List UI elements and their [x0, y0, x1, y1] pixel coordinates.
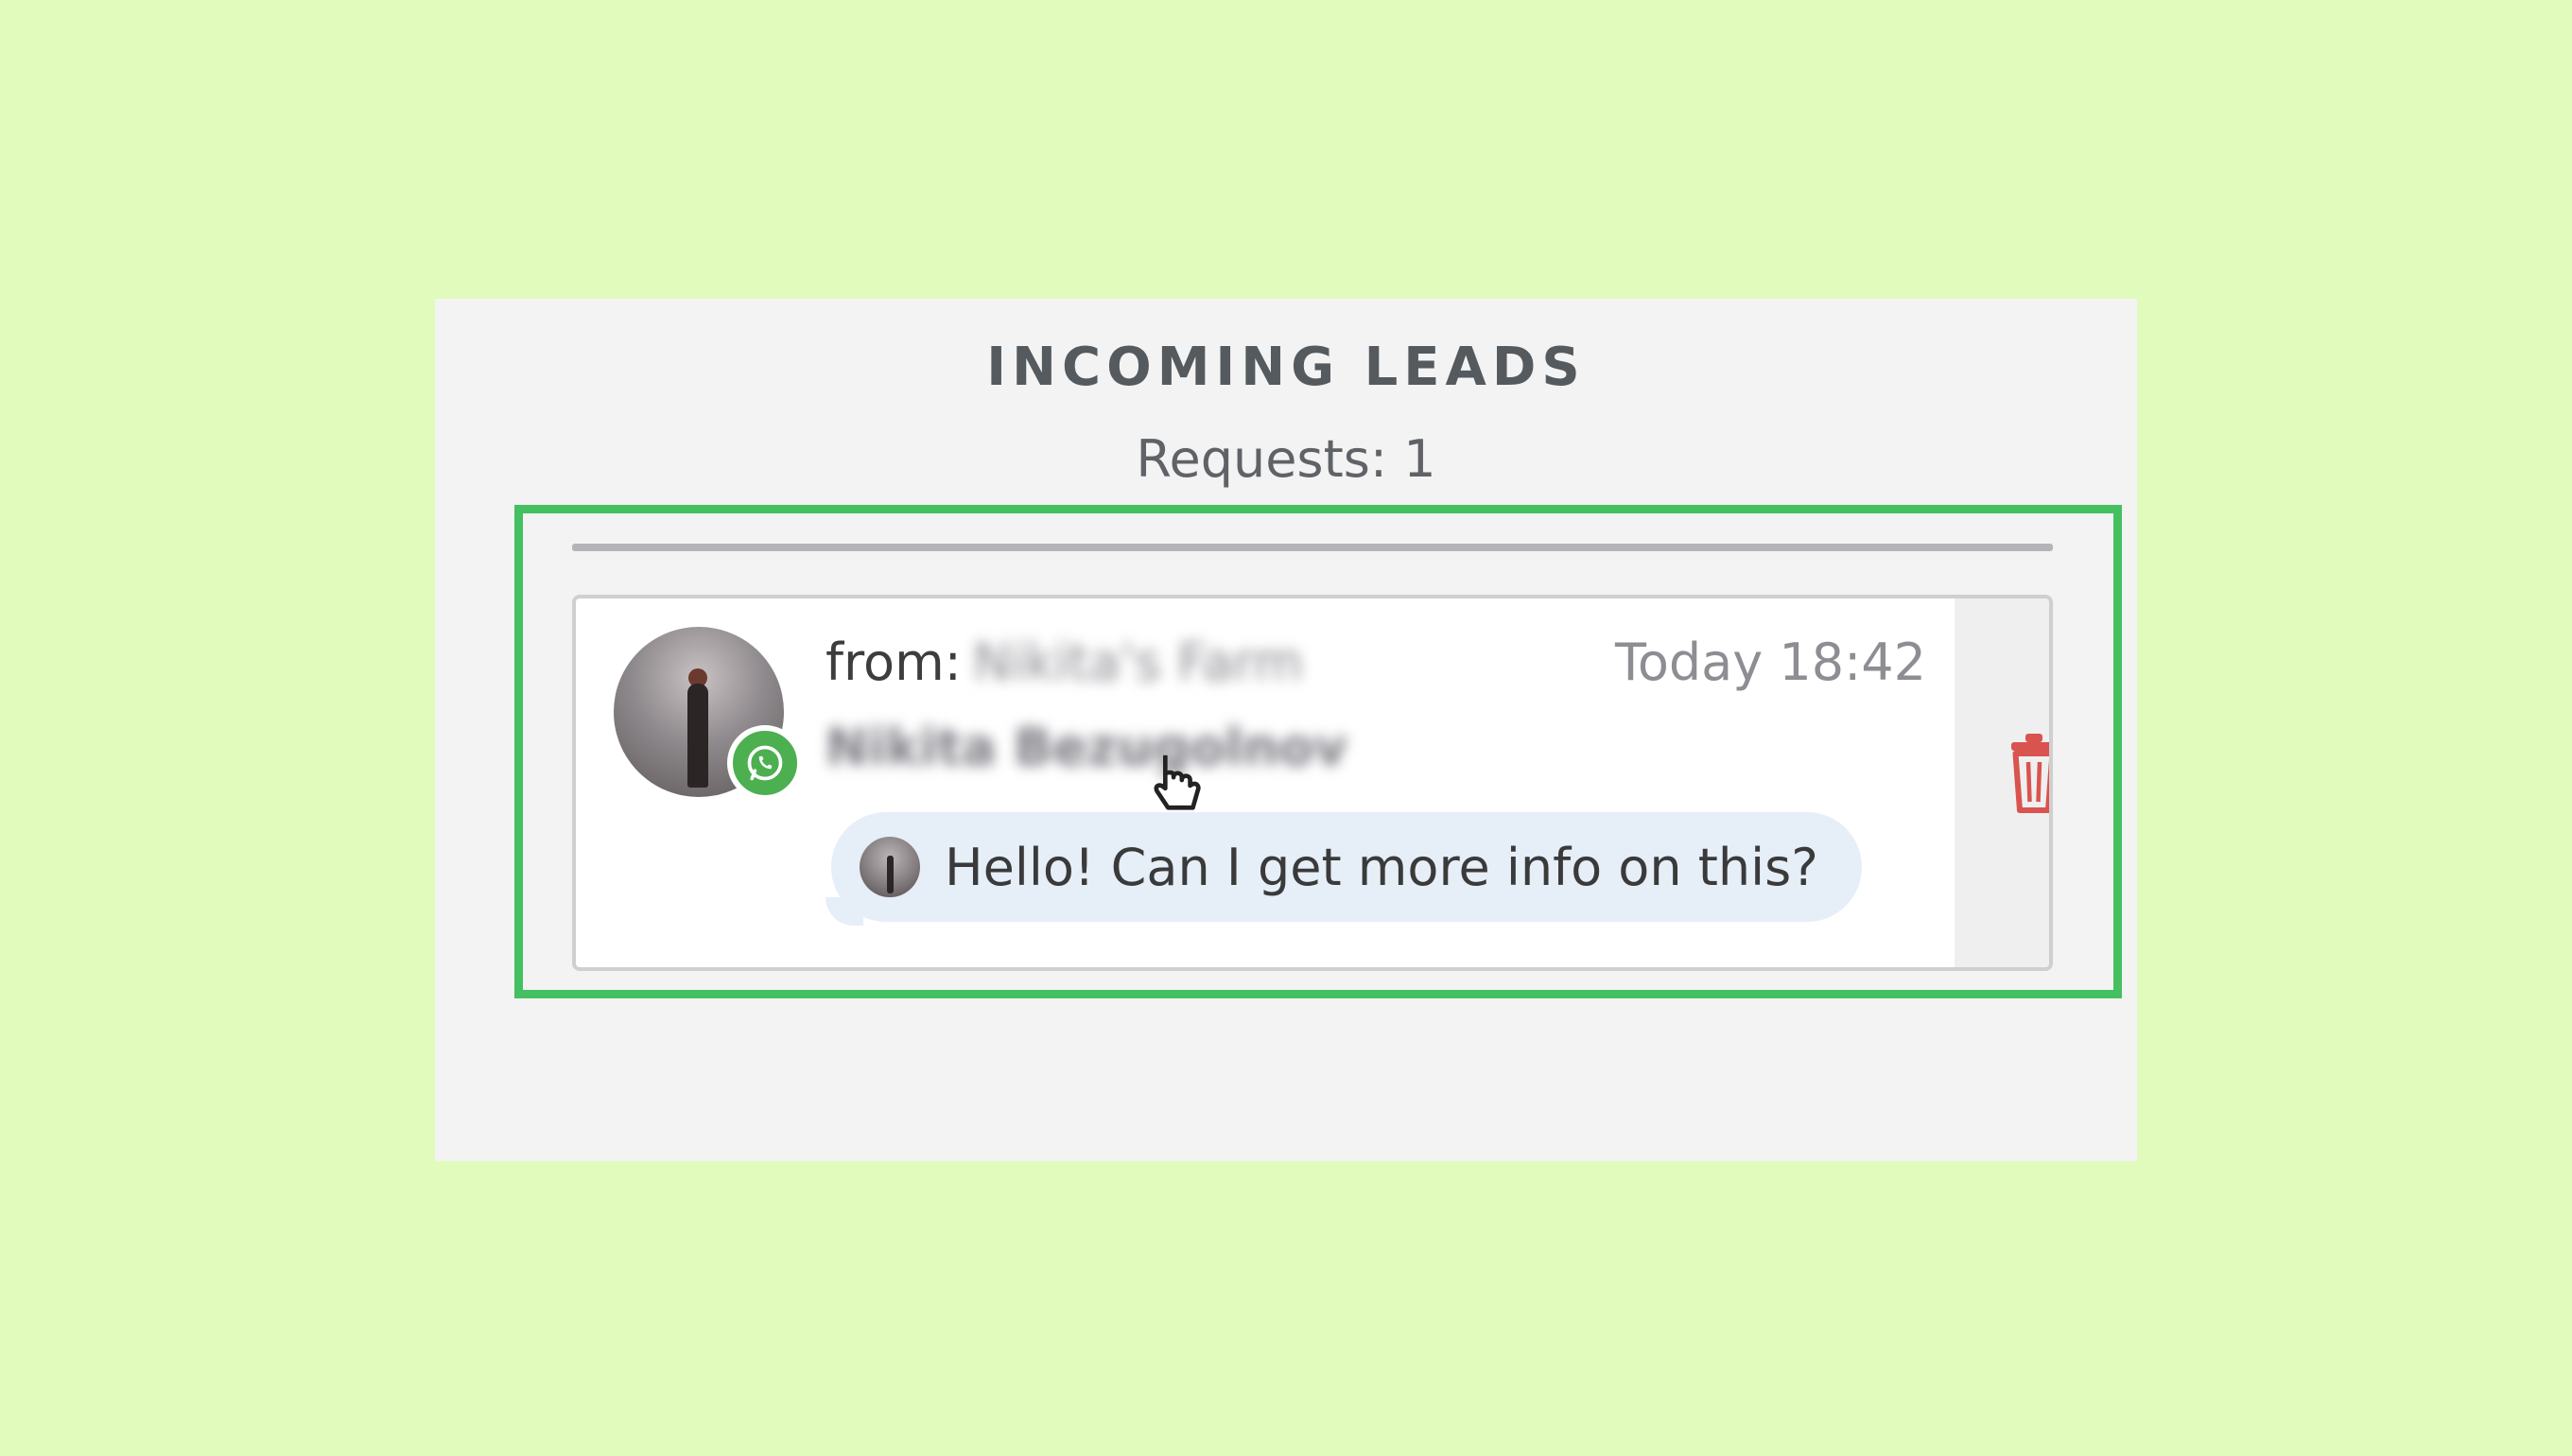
hand-cursor-icon	[1154, 754, 1201, 810]
timestamp: Today 18:42	[1615, 633, 1926, 692]
incoming-leads-panel: INCOMING LEADS Requests: 1 from: Nikita'…	[435, 299, 2137, 1161]
lead-card[interactable]: from: Nikita's Farm Nikita Bezugolnov To…	[572, 595, 2053, 971]
whatsapp-glyph	[747, 745, 783, 781]
message-avatar	[860, 837, 920, 897]
message-text: Hello! Can I get more info on this?	[945, 837, 1818, 897]
requests-count: Requests: 1	[1136, 429, 1436, 489]
whatsapp-icon	[727, 725, 803, 801]
message-bubble[interactable]: Hello! Can I get more info on this?	[831, 812, 1862, 922]
panel-title: INCOMING LEADS	[986, 337, 1586, 398]
stage: INCOMING LEADS Requests: 1 from: Nikita'…	[0, 0, 2572, 1456]
divider	[572, 544, 2053, 551]
from-label: from:	[825, 633, 962, 692]
trash-icon[interactable]	[2006, 731, 2053, 816]
contact-name[interactable]: Nikita Bezugolnov	[825, 718, 1347, 777]
avatar-figure-body	[687, 684, 708, 788]
highlight-frame: from: Nikita's Farm Nikita Bezugolnov To…	[514, 505, 2122, 998]
sender-name: Nikita's Farm	[973, 633, 1304, 692]
action-rail	[1955, 598, 2049, 967]
